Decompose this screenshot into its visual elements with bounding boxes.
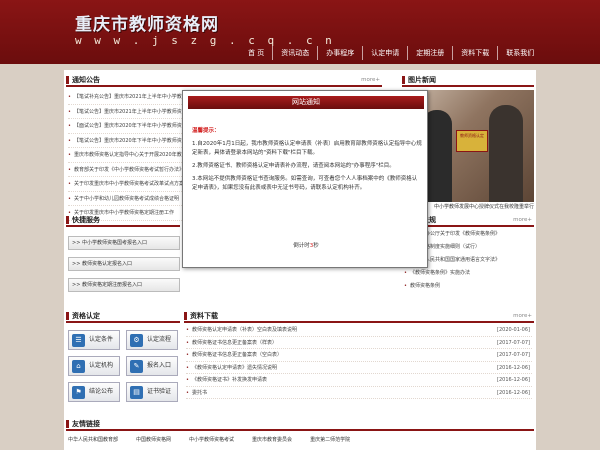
download-date: [2017-07-07] (497, 339, 530, 346)
photo-news-title: 图片新闻 (402, 74, 534, 87)
pencil-icon: ✎ (130, 360, 143, 373)
nav-apply[interactable]: 认定申请 (362, 46, 407, 60)
site-title: 重庆市教师资格网 (75, 15, 219, 35)
friend-link[interactable]: 中小学教师资格考试 (189, 436, 234, 443)
cert-button-label: 认定条件 (89, 336, 114, 343)
notice-more-link[interactable]: more+ (361, 74, 380, 86)
photo-person-right (489, 105, 523, 202)
cert-button-label: 认定机构 (89, 362, 114, 369)
download-section-title: 资料下载 more+ (184, 310, 534, 323)
download-title: 资料下载 (190, 312, 218, 320)
site-header: 重庆市教师资格网 w w w . j s z g . c q . c n 首 页… (0, 0, 600, 64)
table-row[interactable]: 教师资格证书信息更正备案表（空白表） [2017-07-07] (186, 349, 532, 362)
nav-register[interactable]: 定期注册 (407, 46, 452, 60)
download-date: [2020-01-06] (497, 327, 530, 333)
quick-certify-entry-button[interactable]: >> 教师资格认定报名入口 (68, 257, 180, 271)
modal-countdown: 倒计时3秒 (183, 241, 429, 249)
cert-process-button[interactable]: ⚙ 认定流程 (126, 330, 178, 350)
download-list: 教师资格认定申请表（补表）空白表及填表说明 [2020-01-06] 教师资格证书… (186, 324, 532, 399)
modal-body: 温馨提示： 1.自2020年1月1日起，我市教师资格认定申请表（补表）启用教育部… (192, 127, 422, 197)
friend-link[interactable]: 中华人民共和国教育部 (68, 436, 118, 443)
nav-procedure[interactable]: 办事程序 (317, 46, 362, 60)
nav-contact[interactable]: 联系我们 (497, 46, 542, 60)
download-date: [2016-12-06] (497, 377, 530, 383)
quick-register-entry-button[interactable]: >> 教师资格定期注册报名入口 (68, 278, 180, 292)
cert-verify-button[interactable]: ▤ 证书验证 (126, 382, 178, 402)
download-name: 教师资格证书信息更正备案表（样表） (192, 339, 278, 346)
list-item[interactable]: 《教师资格条例》实施办法 (404, 267, 534, 280)
cert-title: 资格认定 (72, 312, 100, 320)
building-icon: ⌂ (72, 360, 85, 373)
friend-link[interactable]: 重庆市教育委员会 (252, 436, 292, 443)
download-date: [2017-07-07] (497, 352, 530, 358)
modal-paragraph: 1.自2020年1月1日起，我市教师资格认定申请表（补表）启用教育部教师资格认定… (192, 141, 422, 156)
download-date: [2016-12-06] (497, 389, 530, 396)
cert-agency-button[interactable]: ⌂ 认定机构 (68, 356, 120, 376)
table-row[interactable]: 《教师资格证书》补发换发申请表 [2016-12-06] (186, 374, 532, 387)
photo-news-label: 图片新闻 (408, 76, 436, 84)
photo-plaque: 教师资格认定 (456, 130, 488, 152)
cert-conditions-button[interactable]: ☰ 认定条件 (68, 330, 120, 350)
megaphone-icon: ⚑ (72, 386, 85, 399)
list-item[interactable]: 教师资格条例 (404, 280, 534, 293)
nav-news[interactable]: 资讯动态 (272, 46, 317, 60)
download-name: 《教师资格认定申请表》遗失情况说明 (192, 364, 278, 371)
links-title: 友情链接 (72, 420, 100, 428)
modal-title: 网站通知 (188, 96, 424, 109)
countdown-prefix: 倒计时 (293, 243, 310, 249)
nav-home[interactable]: 首 页 (240, 46, 272, 60)
cert-signup-button[interactable]: ✎ 报名入口 (126, 356, 178, 376)
download-name: 《教师资格证书》补发换发申请表 (192, 377, 268, 383)
download-name: 委托书 (192, 389, 208, 396)
download-name: 教师资格证书信息更正备案表（空白表） (192, 352, 283, 358)
download-date: [2016-12-06] (497, 364, 530, 371)
friend-link[interactable]: 重庆第二师范学院 (310, 436, 350, 443)
site-notice-modal: 网站通知 温馨提示： 1.自2020年1月1日起，我市教师资格认定申请表（补表）… (182, 90, 428, 268)
main-nav: 首 页 资讯动态 办事程序 认定申请 定期注册 资料下载 联系我们 (240, 46, 542, 60)
quick-section-title: 快捷服务 (66, 214, 180, 227)
modal-tip: 温馨提示： (192, 128, 220, 134)
table-row[interactable]: 教师资格证书信息更正备案表（样表） [2017-07-07] (186, 337, 532, 349)
friend-link[interactable]: 中国教师资格网 (136, 436, 171, 443)
cert-button-label: 结论公布 (89, 388, 114, 395)
regulation-more-link[interactable]: more+ (513, 214, 532, 226)
cert-button-label: 证书验证 (147, 388, 172, 395)
table-row[interactable]: 委托书 [2016-12-06] (186, 387, 532, 399)
notice-title: 通知公告 (72, 76, 100, 84)
document-icon: ☰ (72, 334, 85, 347)
modal-paragraph: 2.教师资格证书、教师资格认定申请表补办流程，请查阅本网站的"办事程序"栏目。 (192, 163, 395, 169)
gear-icon: ⚙ (130, 334, 143, 347)
cert-button-label: 认定流程 (147, 336, 172, 343)
cert-section-title: 资格认定 (66, 310, 180, 323)
quick-exam-entry-button[interactable]: >> 中小学教师资格国考报名入口 (68, 236, 180, 250)
certificate-icon: ▤ (130, 386, 143, 399)
cert-button-label: 报名入口 (147, 362, 172, 369)
links-section-title: 友情链接 (66, 418, 534, 431)
table-row[interactable]: 《教师资格认定申请表》遗失情况说明 [2016-12-06] (186, 362, 532, 374)
download-name: 教师资格认定申请表（补表）空白表及填表说明 (192, 327, 298, 333)
table-row[interactable]: 教师资格认定申请表（补表）空白表及填表说明 [2020-01-06] (186, 324, 532, 337)
nav-download[interactable]: 资料下载 (452, 46, 497, 60)
download-more-link[interactable]: more+ (513, 310, 532, 322)
cert-result-button[interactable]: ⚑ 结论公布 (68, 382, 120, 402)
friend-links: 中华人民共和国教育部 中国教师资格网 中小学教师资格考试 重庆市教育委员会 重庆… (68, 436, 534, 443)
modal-paragraph: 3.本网站不提供教师资格证书查询服务。如需查询，可查看您个人人事档案中的《教师资… (192, 176, 418, 191)
countdown-suffix: 秒 (313, 243, 319, 249)
notice-section-title: 通知公告 more+ (66, 74, 382, 87)
quick-title: 快捷服务 (72, 216, 100, 224)
